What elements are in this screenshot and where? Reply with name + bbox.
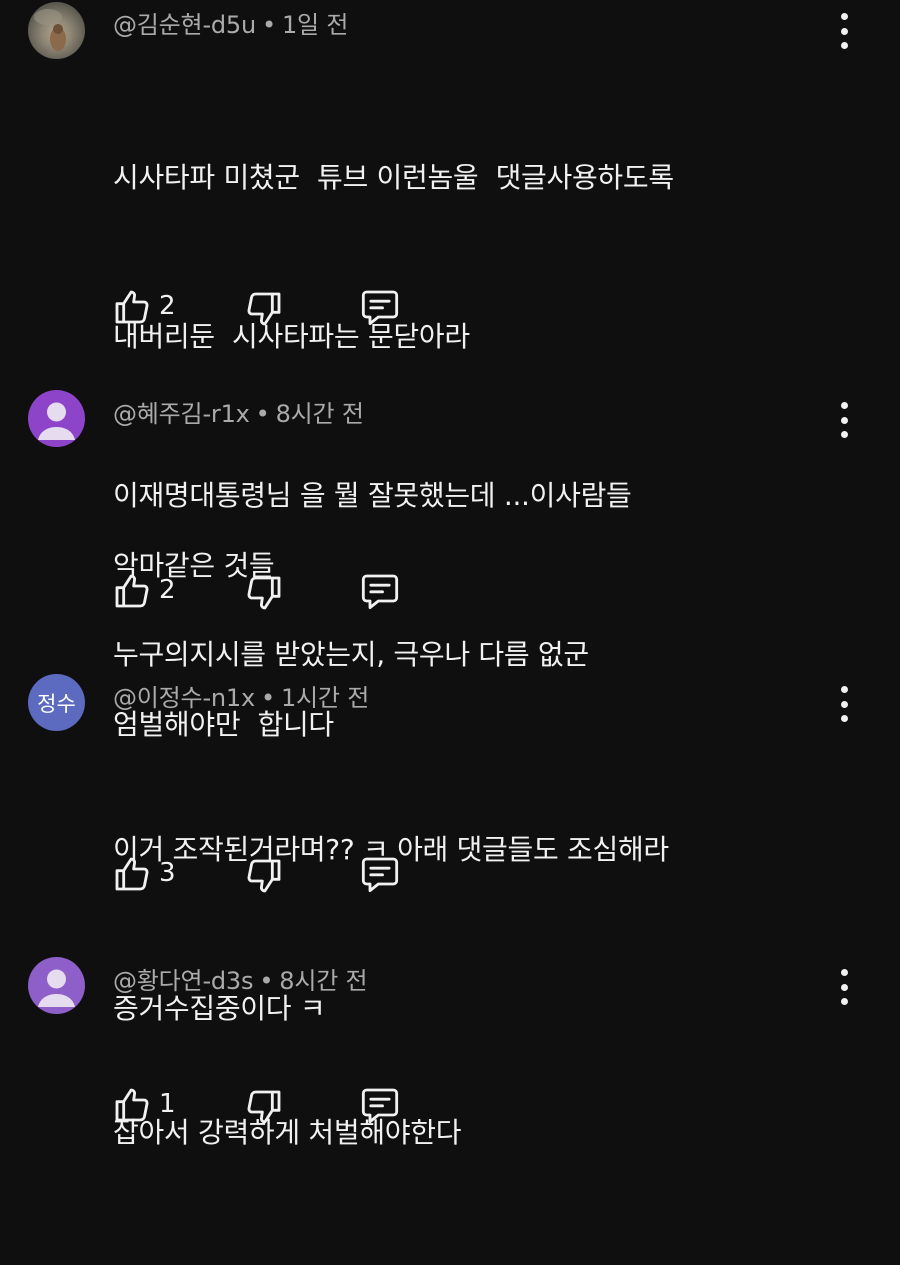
comment-meta: @김순현-d5u • 1일 전 (113, 5, 348, 40)
like-count: 3 (159, 858, 176, 888)
reply-icon[interactable] (358, 854, 402, 894)
avatar[interactable] (28, 2, 85, 59)
comment-meta: @혜주김-r1x • 8시간 전 (113, 394, 364, 429)
author-name[interactable]: @황다연-d3s (113, 967, 254, 995)
thumb-down-icon[interactable] (244, 289, 284, 329)
meta-separator: • (259, 967, 274, 995)
avatar[interactable] (28, 957, 85, 1014)
like-count: 2 (159, 291, 176, 321)
author-name[interactable]: @혜주김-r1x (113, 400, 250, 428)
comment-time: 8시간 전 (275, 400, 364, 428)
comment-time: 1시간 전 (280, 684, 370, 712)
comment-time: 1일 전 (281, 11, 349, 39)
comment-line: 시사타파 미쳤군 튜브 이런놈울 댓글사용하도록 (113, 161, 674, 194)
thumb-up-icon[interactable] (112, 571, 152, 611)
thumb-up-icon[interactable] (112, 854, 152, 894)
meta-separator: • (260, 684, 275, 712)
like-count: 2 (159, 575, 176, 605)
more-vert-icon[interactable] (830, 13, 858, 49)
comment-actions: 2 (112, 287, 432, 327)
avatar[interactable]: 정수 (28, 674, 85, 731)
thumb-down-icon[interactable] (244, 1087, 284, 1127)
more-vert-icon[interactable] (830, 969, 858, 1005)
author-name[interactable]: @김순현-d5u (113, 11, 256, 39)
thumb-down-icon[interactable] (244, 856, 284, 896)
meta-separator: • (255, 400, 270, 428)
comment-actions: 3 (112, 854, 432, 894)
comment-meta: @황다연-d3s • 8시간 전 (113, 961, 368, 996)
thumb-up-icon[interactable] (112, 287, 152, 327)
comment-time: 8시간 전 (279, 967, 368, 995)
thumb-up-icon[interactable] (112, 1085, 152, 1125)
thumb-down-icon[interactable] (244, 573, 284, 613)
comment-actions: 2 (112, 571, 432, 611)
avatar[interactable] (28, 390, 85, 447)
reply-icon[interactable] (358, 1085, 402, 1125)
like-count: 1 (159, 1089, 176, 1119)
comment-actions: 1 (112, 1085, 432, 1125)
more-vert-icon[interactable] (830, 686, 858, 722)
more-vert-icon[interactable] (830, 402, 858, 438)
author-name[interactable]: @이정수-n1x (113, 684, 255, 712)
reply-icon[interactable] (358, 287, 402, 327)
comment-meta: @이정수-n1x • 1시간 전 (113, 678, 369, 713)
reply-icon[interactable] (358, 571, 402, 611)
meta-separator: • (262, 11, 276, 39)
comment-text: 잡아서 강력하게 처벌해야한다 (113, 1000, 461, 1265)
